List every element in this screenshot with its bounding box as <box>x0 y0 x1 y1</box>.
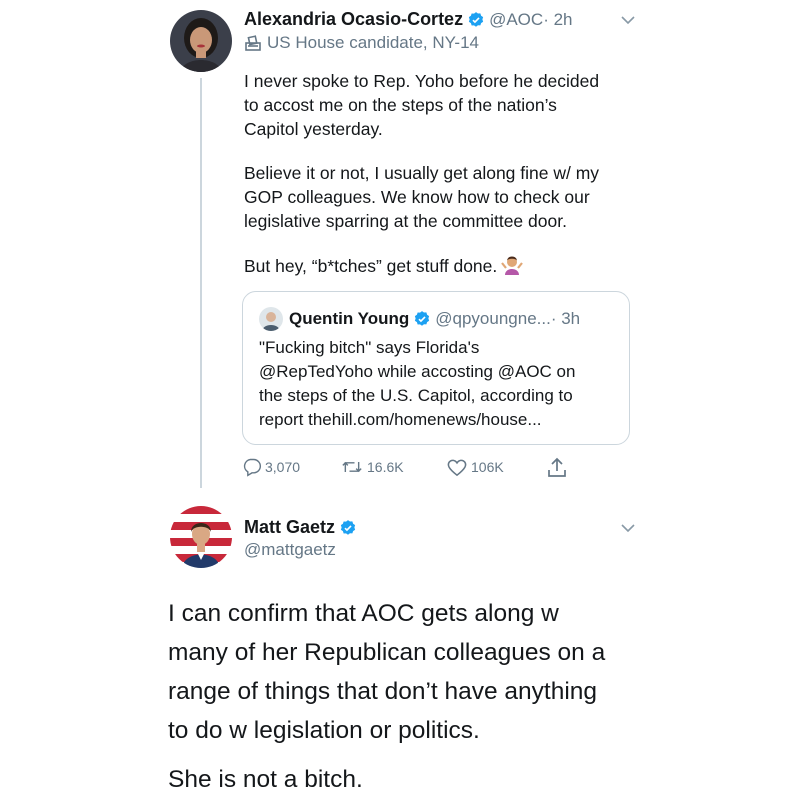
like-button[interactable]: 106K <box>446 457 504 477</box>
tweet-paragraph: I can confirm that AOC gets along w many… <box>168 600 606 744</box>
tweet-actions: 3,070 16.6K 106K <box>242 457 632 479</box>
avatar[interactable] <box>170 506 232 568</box>
tweet-paragraph: I never spoke to Rep. Yoho before he dec… <box>244 71 600 139</box>
handle[interactable]: @AOC <box>489 10 543 30</box>
tweet2-header: Matt Gaetz <box>244 517 361 538</box>
tweet-body: I never spoke to Rep. Yoho before he dec… <box>244 69 639 301</box>
tweet-paragraph-last: But hey, “b*tches” get stuff done. <box>244 253 639 281</box>
reply-icon <box>243 458 262 477</box>
tweet-paragraph-text: But hey, “b*tches” get stuff done. <box>244 256 498 276</box>
verified-badge-icon <box>413 310 431 328</box>
tweet-paragraph: Believe it or not, I usually get along f… <box>244 163 600 231</box>
quote-display-name: Quentin Young <box>289 309 410 328</box>
account-label: US House candidate, NY-14 <box>244 33 479 53</box>
quote-text: "Fucking bitch" says Florida's @RepTedYo… <box>259 338 576 429</box>
share-button[interactable] <box>547 457 570 479</box>
verified-badge-icon <box>339 519 357 537</box>
thread-connector-line <box>200 78 202 488</box>
chevron-down-icon[interactable] <box>620 522 636 534</box>
share-icon <box>548 457 566 477</box>
timestamp[interactable]: · 2h <box>543 10 572 30</box>
ballot-box-icon <box>245 35 261 51</box>
retweet-button[interactable]: 16.6K <box>340 457 404 477</box>
quote-header: Quentin Young @qpyoungne... · 3h <box>259 307 580 331</box>
display-name[interactable]: Matt Gaetz <box>244 517 335 538</box>
avatar[interactable] <box>170 10 232 72</box>
tweet1-header: Alexandria Ocasio-Cortez @AOC · 2h <box>244 9 572 30</box>
like-count: 106K <box>471 459 504 475</box>
verified-badge-icon <box>467 11 485 29</box>
person-shrugging-emoji-icon <box>501 253 524 281</box>
handle[interactable]: @mattgaetz <box>244 540 336 560</box>
quote-handle: @qpyoungne... <box>435 309 551 328</box>
retweet-count: 16.6K <box>367 459 404 475</box>
display-name[interactable]: Alexandria Ocasio-Cortez <box>244 9 463 30</box>
heart-icon <box>447 459 467 477</box>
label-text: US House candidate, NY-14 <box>267 33 480 52</box>
quote-avatar <box>259 307 283 331</box>
retweet-icon <box>342 461 362 473</box>
chevron-down-icon[interactable] <box>620 14 636 26</box>
reply-count: 3,070 <box>265 459 301 475</box>
tweet-body: I can confirm that AOC gets along w many… <box>168 594 648 799</box>
quoted-tweet-card[interactable]: Quentin Young @qpyoungne... · 3h "Fuckin… <box>242 291 630 445</box>
quote-timestamp: · 3h <box>550 309 581 328</box>
tweet-paragraph: She is not a bitch. <box>168 766 363 793</box>
reply-button[interactable]: 3,070 <box>242 457 300 477</box>
